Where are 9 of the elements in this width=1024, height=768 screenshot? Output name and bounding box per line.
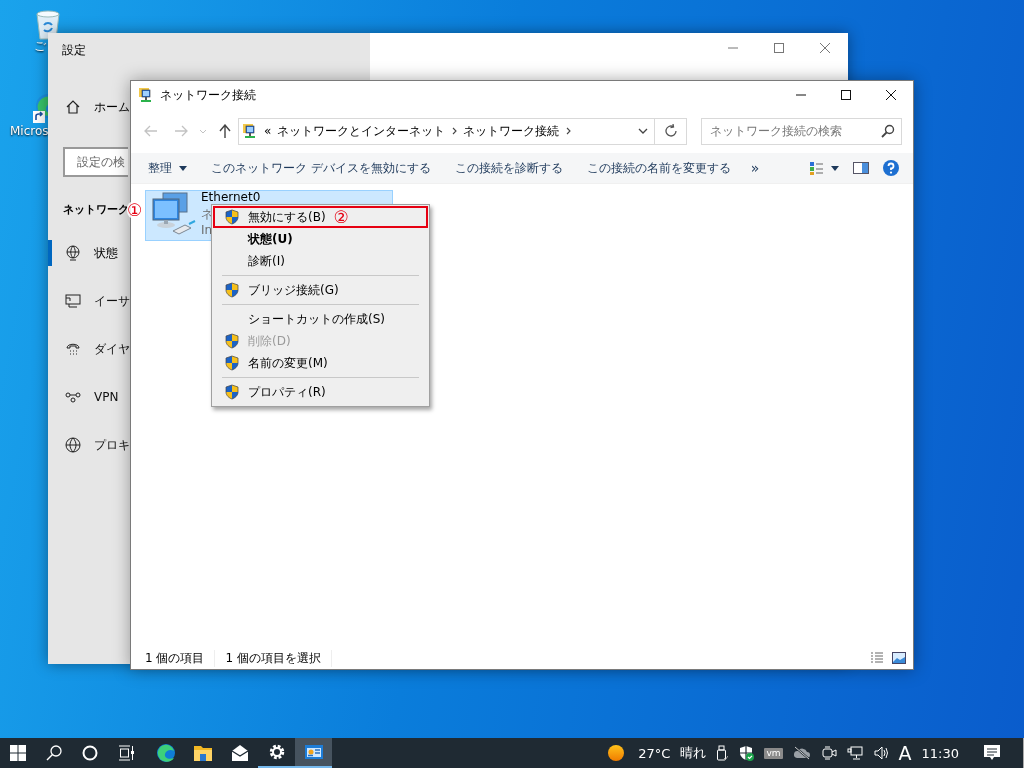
status-text: 1 個の項目 [145, 649, 216, 667]
icon-label: ご [34, 38, 46, 55]
window-title: ネットワーク接続 [160, 86, 257, 104]
icon-label: Micros [10, 124, 49, 138]
status-text: 1 個の項目を選択 [225, 649, 332, 667]
window-title: 設定 [62, 42, 86, 59]
section-title: ネットワーク [63, 202, 129, 217]
callout-number: ① [127, 201, 143, 219]
callout-number: ② [333, 208, 349, 226]
